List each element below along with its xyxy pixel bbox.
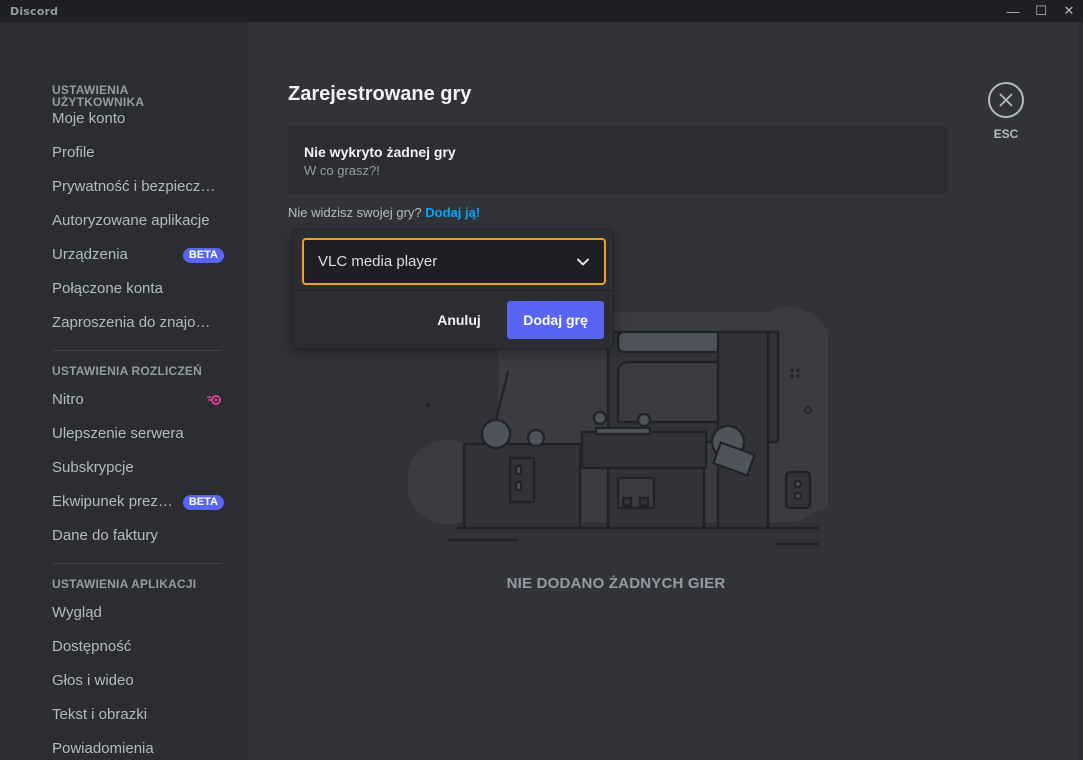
chevron-down-icon [577,258,589,265]
sidebar-item-voice-video[interactable]: Głos i wideo [42,664,232,698]
settings-nav: USTAWIENIA UŻYTKOWNIKA Moje konto Profil… [42,78,232,760]
sidebar-item-authorized-apps[interactable]: Autoryzowane aplikacje [42,204,232,238]
beta-badge: BETA [182,494,224,510]
sidebar-item-label: Dane do faktury [52,527,158,544]
close-icon [999,93,1013,107]
sidebar-item-label: Ekwipunek prezentów [52,493,179,510]
sidebar-item-label: Prywatność i bezpieczeństwo [52,178,222,195]
sidebar-item-label: Wygląd [52,604,102,621]
status-subtitle: W co grasz?! [304,163,380,178]
game-status-card: Nie wykryto żadnej gry W co grasz?! [288,126,948,194]
section-header-user-settings: USTAWIENIA UŻYTKOWNIKA [52,83,145,109]
page-title: Zarejestrowane gry [288,83,472,105]
section-header-billing-settings: USTAWIENIA ROZLICZEŃ [52,364,202,378]
sidebar-item-privacy[interactable]: Prywatność i bezpieczeństwo [42,170,232,204]
sidebar-item-label: Nitro [52,391,84,408]
add-game-link[interactable]: Dodaj ją! [425,205,480,220]
sidebar-item-label: Połączone konta [52,280,163,297]
add-game-button[interactable]: Dodaj grę [507,301,604,339]
maximize-button[interactable]: ☐ [1027,0,1055,22]
hint-text: Nie widzisz swojej gry? [288,205,422,220]
game-select-value: VLC media player [318,253,438,270]
minimize-icon: — [1006,3,1020,19]
sidebar-item-friend-requests[interactable]: Zaproszenia do znajomych [42,306,232,340]
sidebar-item-devices[interactable]: Urządzenia BETA [42,238,232,272]
popup-divider [293,290,613,291]
settings-sidebar: USTAWIENIA UŻYTKOWNIKA Moje konto Profil… [0,22,248,760]
maximize-icon: ☐ [1035,3,1047,18]
cancel-button[interactable]: Anuluj [426,301,492,339]
sidebar-item-accessibility[interactable]: Dostępność [42,630,232,664]
esc-label: ESC [993,127,1019,141]
sidebar-item-label: Głos i wideo [52,672,134,689]
add-game-hint: Nie widzisz swojej gry? Dodaj ją! [288,205,480,220]
sidebar-item-label: Subskrypcje [52,459,134,476]
sidebar-item-server-boost[interactable]: Ulepszenie serwera [42,417,232,451]
sidebar-item-label: Ulepszenie serwera [52,425,184,442]
sidebar-item-billing[interactable]: Dane do faktury [42,519,232,553]
title-bar: Discord — ☐ ✕ [0,0,1083,22]
close-window-icon: ✕ [1063,3,1075,18]
sidebar-item-label: Profile [52,144,95,161]
close-settings-button[interactable] [988,82,1024,118]
sidebar-item-label: Moje konto [52,110,126,127]
sidebar-item-notifications[interactable]: Powiadomienia [42,732,232,760]
sidebar-item-nitro[interactable]: Nitro [42,383,232,417]
nitro-icon [207,395,221,405]
sidebar-item-label: Autoryzowane aplikacje [52,212,210,229]
sidebar-item-label: Dostępność [52,638,132,655]
sidebar-item-label: Tekst i obrazki [52,706,148,723]
sidebar-divider [52,563,222,564]
sidebar-item-text-images[interactable]: Tekst i obrazki [42,698,232,732]
close-window-button[interactable]: ✕ [1055,0,1083,22]
sidebar-item-gift-inventory[interactable]: Ekwipunek prezentówBETA [42,485,232,519]
sidebar-divider [52,350,222,351]
sidebar-item-subscriptions[interactable]: Subskrypcje [42,451,232,485]
sidebar-item-profiles[interactable]: Profile [42,136,232,170]
status-title: Nie wykryto żadnej gry [304,144,456,160]
minimize-button[interactable]: — [999,0,1027,22]
registered-games-page: Zarejestrowane gry Nie wykryto żadnej gr… [248,22,1083,760]
section-header-app-settings: USTAWIENIA APLIKACJI [52,577,197,591]
sidebar-item-connections[interactable]: Połączone konta [42,272,232,306]
window-controls: — ☐ ✕ [999,0,1083,22]
scrollbar[interactable] [1079,22,1083,760]
sidebar-item-label: Powiadomienia [52,740,154,757]
sidebar-item-label: Urządzenia [52,246,128,263]
sidebar-item-appearance[interactable]: Wygląd [42,596,232,630]
empty-state-label: NIE DODANO ŻADNYCH GIER [506,575,726,592]
sidebar-item-label: Zaproszenia do znajomych [52,314,222,331]
add-game-popup: VLC media player Anuluj Dodaj grę [292,229,614,349]
beta-badge: BETA [182,247,224,263]
game-select[interactable]: VLC media player [302,238,606,285]
app-title: Discord [10,4,59,18]
close-settings: ESC [988,82,1024,141]
